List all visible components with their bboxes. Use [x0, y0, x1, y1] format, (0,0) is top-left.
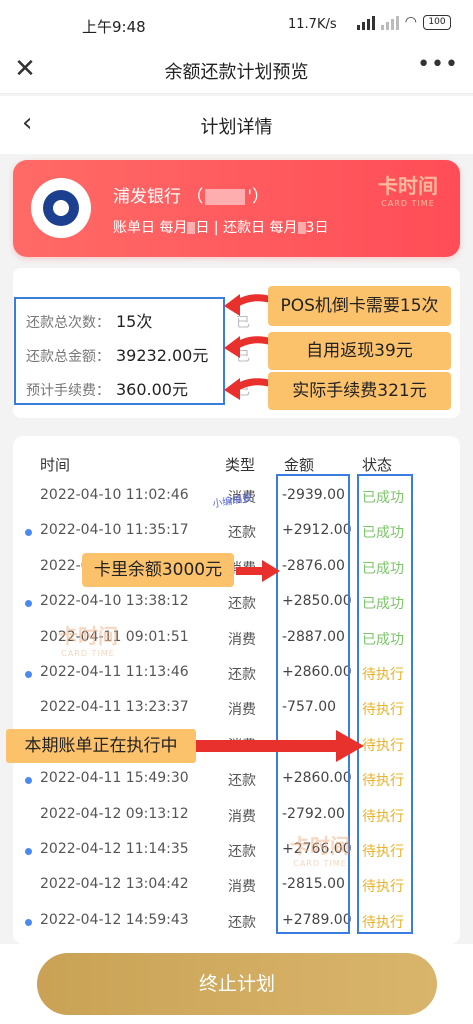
card-dates: 账单日 每月日 | 还款日 每月 3日 [113, 217, 328, 237]
header-time: 时间 [40, 456, 71, 474]
more-icon[interactable]: ••• [417, 52, 459, 77]
bank-name: 浦发银行 [113, 187, 181, 207]
bill-day-suffix: 日 [195, 220, 210, 236]
row-time: 2022-04-11 13:23:37 [40, 699, 189, 716]
top-nav-bar: ✕ 余额还款计划预览 ••• [0, 48, 473, 94]
arrow-head [224, 294, 240, 316]
repay-dot-icon [25, 848, 32, 855]
row-type: 还款 [228, 667, 256, 683]
total-count-row: 还款总次数： 15次 [26, 312, 153, 331]
row-time: 2022-04-12 11:14:35 [40, 841, 189, 857]
sub-nav-bar: ‹ 计划详情 [0, 96, 473, 154]
card-time-watermark: 卡时间 CARD TIME [58, 624, 118, 658]
row-type: 还款 [228, 596, 256, 613]
row-time: 2022-04-11 15:49:30 [40, 770, 189, 787]
annotation-arrows [224, 294, 274, 400]
row-time: 2022-04-10 11:35:17 [40, 522, 189, 539]
signal-weak-icon [380, 14, 399, 30]
status-time: 上午9:48 [82, 18, 146, 36]
total-amount-value: 39232.00元 [116, 346, 209, 365]
bank-card: 浦发银行 （ '） 账单日 每月日 | 还款日 每月 3日 卡时间 CARD TIME [13, 160, 460, 257]
bank-name-line: 浦发银行 （ '） [113, 182, 269, 207]
arrow-head [224, 336, 240, 358]
header-status: 状态 [362, 456, 393, 474]
row-type: 还款 [228, 773, 256, 790]
card-number-mask [205, 189, 246, 205]
wifi-icon: ◠ [404, 14, 417, 30]
network-speed: 11.7K/s [288, 17, 337, 32]
card-time-watermark: 卡时间 CARD TIME [378, 174, 438, 208]
status-column-frame [357, 474, 413, 934]
row-time: 2022-04-11 11:13:46 [40, 664, 189, 680]
date-separator: | [213, 220, 219, 236]
row-type: 消费 [228, 631, 256, 648]
balance-callout: 卡里余额3000元 [82, 553, 234, 587]
cashback-callout: 自用返现39元 [268, 332, 451, 370]
status-icons: ◠ 100 [356, 14, 451, 30]
card-number-paren-open: （ [186, 187, 204, 207]
row-time: 2022-04-12 14:59:43 [40, 911, 189, 928]
row-type: 消费 [228, 808, 256, 825]
row-time: 2022-04-12 09:13:12 [40, 805, 189, 822]
repay-day-suffix: 3日 [305, 220, 329, 236]
row-time: 2022-04-10 13:38:12 [40, 593, 189, 610]
fee-row: 预计手续费： 360.00元 [26, 380, 188, 399]
row-type: 还款 [228, 914, 256, 931]
repay-dot-icon [25, 600, 32, 608]
repay-day-label: 还款日 每月 [223, 220, 298, 236]
row-type: 消费 [228, 879, 256, 896]
bank-logo-icon [31, 178, 91, 238]
repay-dot-icon [25, 777, 32, 785]
fee-value: 360.00元 [116, 380, 188, 399]
row-type: 还款 [228, 525, 256, 542]
balance-arrow [236, 560, 280, 582]
pos-callout: POS机倒卡需要15次 [268, 286, 451, 326]
header-amount: 金额 [284, 456, 315, 474]
status-bar: 上午9:48 11.7K/s ◠ 100 [0, 0, 473, 48]
total-amount-row: 还款总金额： 39232.00元 [26, 346, 209, 365]
signal-icon [356, 14, 375, 30]
stop-plan-button[interactable]: 终止计划 [37, 953, 437, 1015]
page-title: 余额还款计划预览 [164, 62, 309, 83]
executing-arrow [196, 730, 364, 762]
actual-fee-callout: 实际手续费321元 [268, 372, 451, 410]
row-time: 2022-04-12 13:04:42 [40, 876, 189, 893]
card-number-paren-close: '） [247, 187, 270, 207]
battery-icon: 100 [423, 14, 451, 30]
card-time-watermark: 卡时间 CARD TIME [290, 834, 350, 868]
row-type: 消费 [228, 702, 256, 719]
repay-dot-icon [25, 529, 32, 537]
row-time: 2022-04-10 11:02:46 [40, 487, 189, 503]
bill-day-label: 账单日 每月 [113, 220, 188, 236]
arrow-head [224, 378, 240, 400]
header-type: 类型 [225, 456, 256, 474]
executing-callout: 本期账单正在执行中 [6, 729, 196, 763]
repay-dot-icon [25, 918, 32, 926]
repay-dot-icon [25, 671, 32, 678]
subpage-title: 计划详情 [200, 117, 273, 138]
row-type: 还款 [228, 844, 256, 860]
total-count-value: 15次 [116, 312, 153, 331]
